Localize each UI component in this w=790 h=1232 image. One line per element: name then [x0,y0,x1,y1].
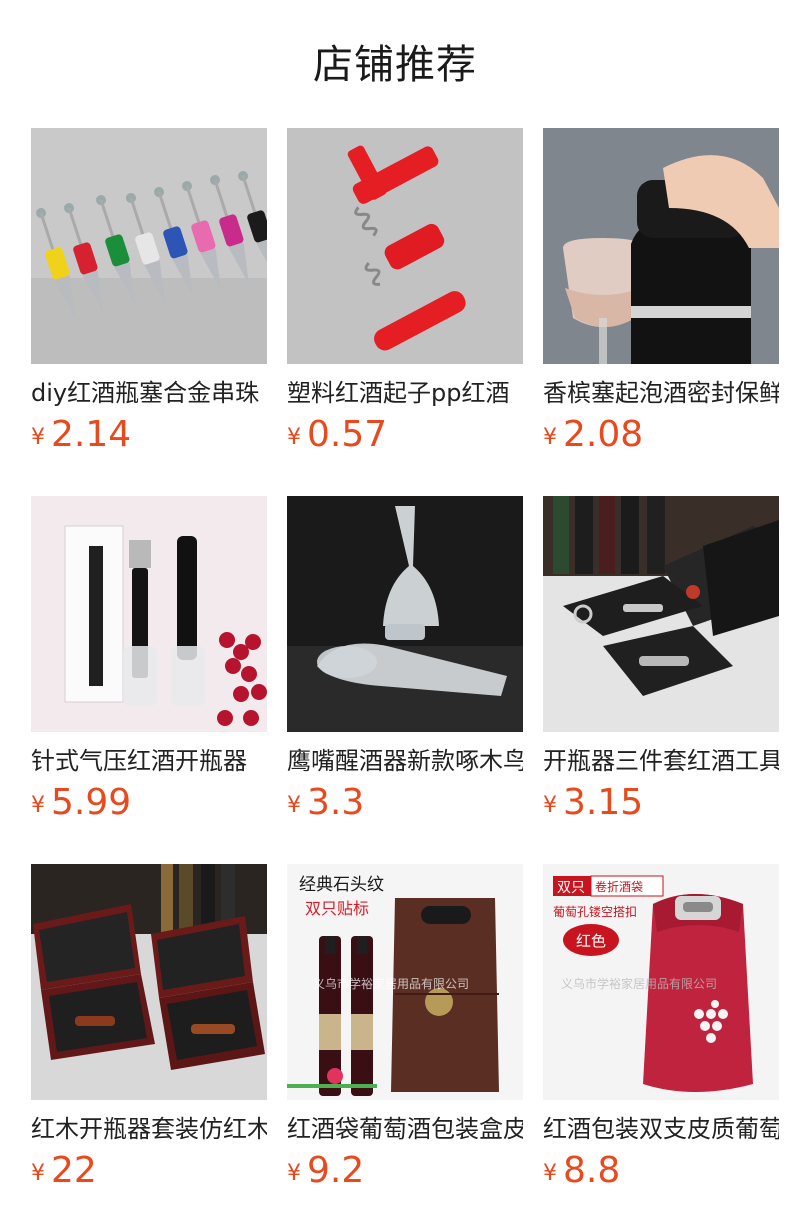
price-value: 2.14 [51,414,132,455]
product-title[interactable]: 鹰嘴醒酒器新款啄木鸟 [287,744,523,778]
product-price: ¥22 [31,1150,97,1194]
price-value: 22 [51,1150,97,1191]
wooden-box-set-image[interactable] [31,864,267,1100]
currency-symbol: ¥ [543,425,557,450]
product-card[interactable]: 针式气压红酒开瓶器 ¥5.99 [31,496,267,836]
currency-symbol: ¥ [31,793,45,818]
product-card[interactable]: 红木开瓶器套装仿红木 ¥22 [31,864,267,1204]
overlay-line1: 经典石头纹 [299,875,384,895]
aerator-pourer-image[interactable] [287,496,523,732]
product-price: ¥9.2 [287,1150,364,1194]
page-header: 店铺推荐 [0,0,790,128]
wine-bag-double-image[interactable]: 经典石头纹 双只贴标 义乌市学裕家居用品有限公司 [287,864,523,1100]
product-card[interactable]: 经典石头纹 双只贴标 义乌市学裕家居用品有限公司 红酒袋葡萄酒包装盒皮 ¥9.2 [287,864,523,1204]
watermark-text: 义乌市学裕家居用品有限公司 [313,976,469,991]
currency-symbol: ¥ [31,425,45,450]
currency-symbol: ¥ [543,793,557,818]
product-card[interactable]: 开瓶器三件套红酒工具 ¥3.15 [543,496,779,836]
color-badge: 红色 [576,932,606,950]
currency-symbol: ¥ [287,1161,301,1186]
page-title: 店铺推荐 [313,42,477,88]
currency-symbol: ¥ [287,425,301,450]
product-title[interactable]: diy红酒瓶塞合金串珠 [31,376,267,410]
bottle-stoppers-image[interactable] [31,128,267,364]
product-card[interactable]: 香槟塞起泡酒密封保鲜 ¥2.08 [543,128,779,468]
air-pressure-opener-image[interactable] [31,496,267,732]
product-card[interactable]: 塑料红酒起子pp红酒 ¥0.57 [287,128,523,468]
price-value: 8.8 [563,1150,621,1191]
watermark-text: 义乌市学裕家居用品有限公司 [561,976,717,991]
product-title[interactable]: 香槟塞起泡酒密封保鲜 [543,376,779,410]
product-title[interactable]: 红酒包装双支皮质葡萄 [543,1112,779,1146]
product-title[interactable]: 开瓶器三件套红酒工具 [543,744,779,778]
currency-symbol: ¥ [543,1161,557,1186]
champagne-stopper-image[interactable] [543,128,779,364]
overlay-tag1: 双只 [557,880,585,896]
overlay-line2: 双只贴标 [305,899,369,918]
product-card[interactable]: 鹰嘴醒酒器新款啄木鸟 ¥3.3 [287,496,523,836]
product-price: ¥2.14 [31,414,131,458]
product-card[interactable]: 双只 卷折酒袋 葡萄孔镂空搭扣 红色 义乌市学裕家居用品有限公司 红酒包装双支皮… [543,864,779,1204]
price-value: 5.99 [51,782,132,823]
product-title[interactable]: 红木开瓶器套装仿红木 [31,1112,267,1146]
product-price: ¥2.08 [543,414,643,458]
overlay-line2: 葡萄孔镂空搭扣 [553,905,637,919]
product-price: ¥0.57 [287,414,387,458]
product-title[interactable]: 针式气压红酒开瓶器 [31,744,267,778]
currency-symbol: ¥ [287,793,301,818]
price-value: 3.3 [307,782,365,823]
corkscrew-image[interactable] [287,128,523,364]
product-price: ¥3.3 [287,782,364,826]
product-title[interactable]: 塑料红酒起子pp红酒 [287,376,523,410]
product-price: ¥3.15 [543,782,643,826]
price-value: 2.08 [563,414,644,455]
product-grid: diy红酒瓶塞合金串珠 ¥2.14 塑料红酒起子pp红酒 ¥0.57 香槟塞起泡… [31,128,790,1232]
red-leather-bag-image[interactable]: 双只 卷折酒袋 葡萄孔镂空搭扣 红色 义乌市学裕家居用品有限公司 [543,864,779,1100]
product-price: ¥5.99 [31,782,131,826]
price-value: 3.15 [563,782,644,823]
opener-gift-set-image[interactable] [543,496,779,732]
currency-symbol: ¥ [31,1161,45,1186]
overlay-tag2: 卷折酒袋 [595,879,643,894]
product-title[interactable]: 红酒袋葡萄酒包装盒皮 [287,1112,523,1146]
price-value: 9.2 [307,1150,365,1191]
product-card[interactable]: diy红酒瓶塞合金串珠 ¥2.14 [31,128,267,468]
price-value: 0.57 [307,414,388,455]
product-price: ¥8.8 [543,1150,620,1194]
